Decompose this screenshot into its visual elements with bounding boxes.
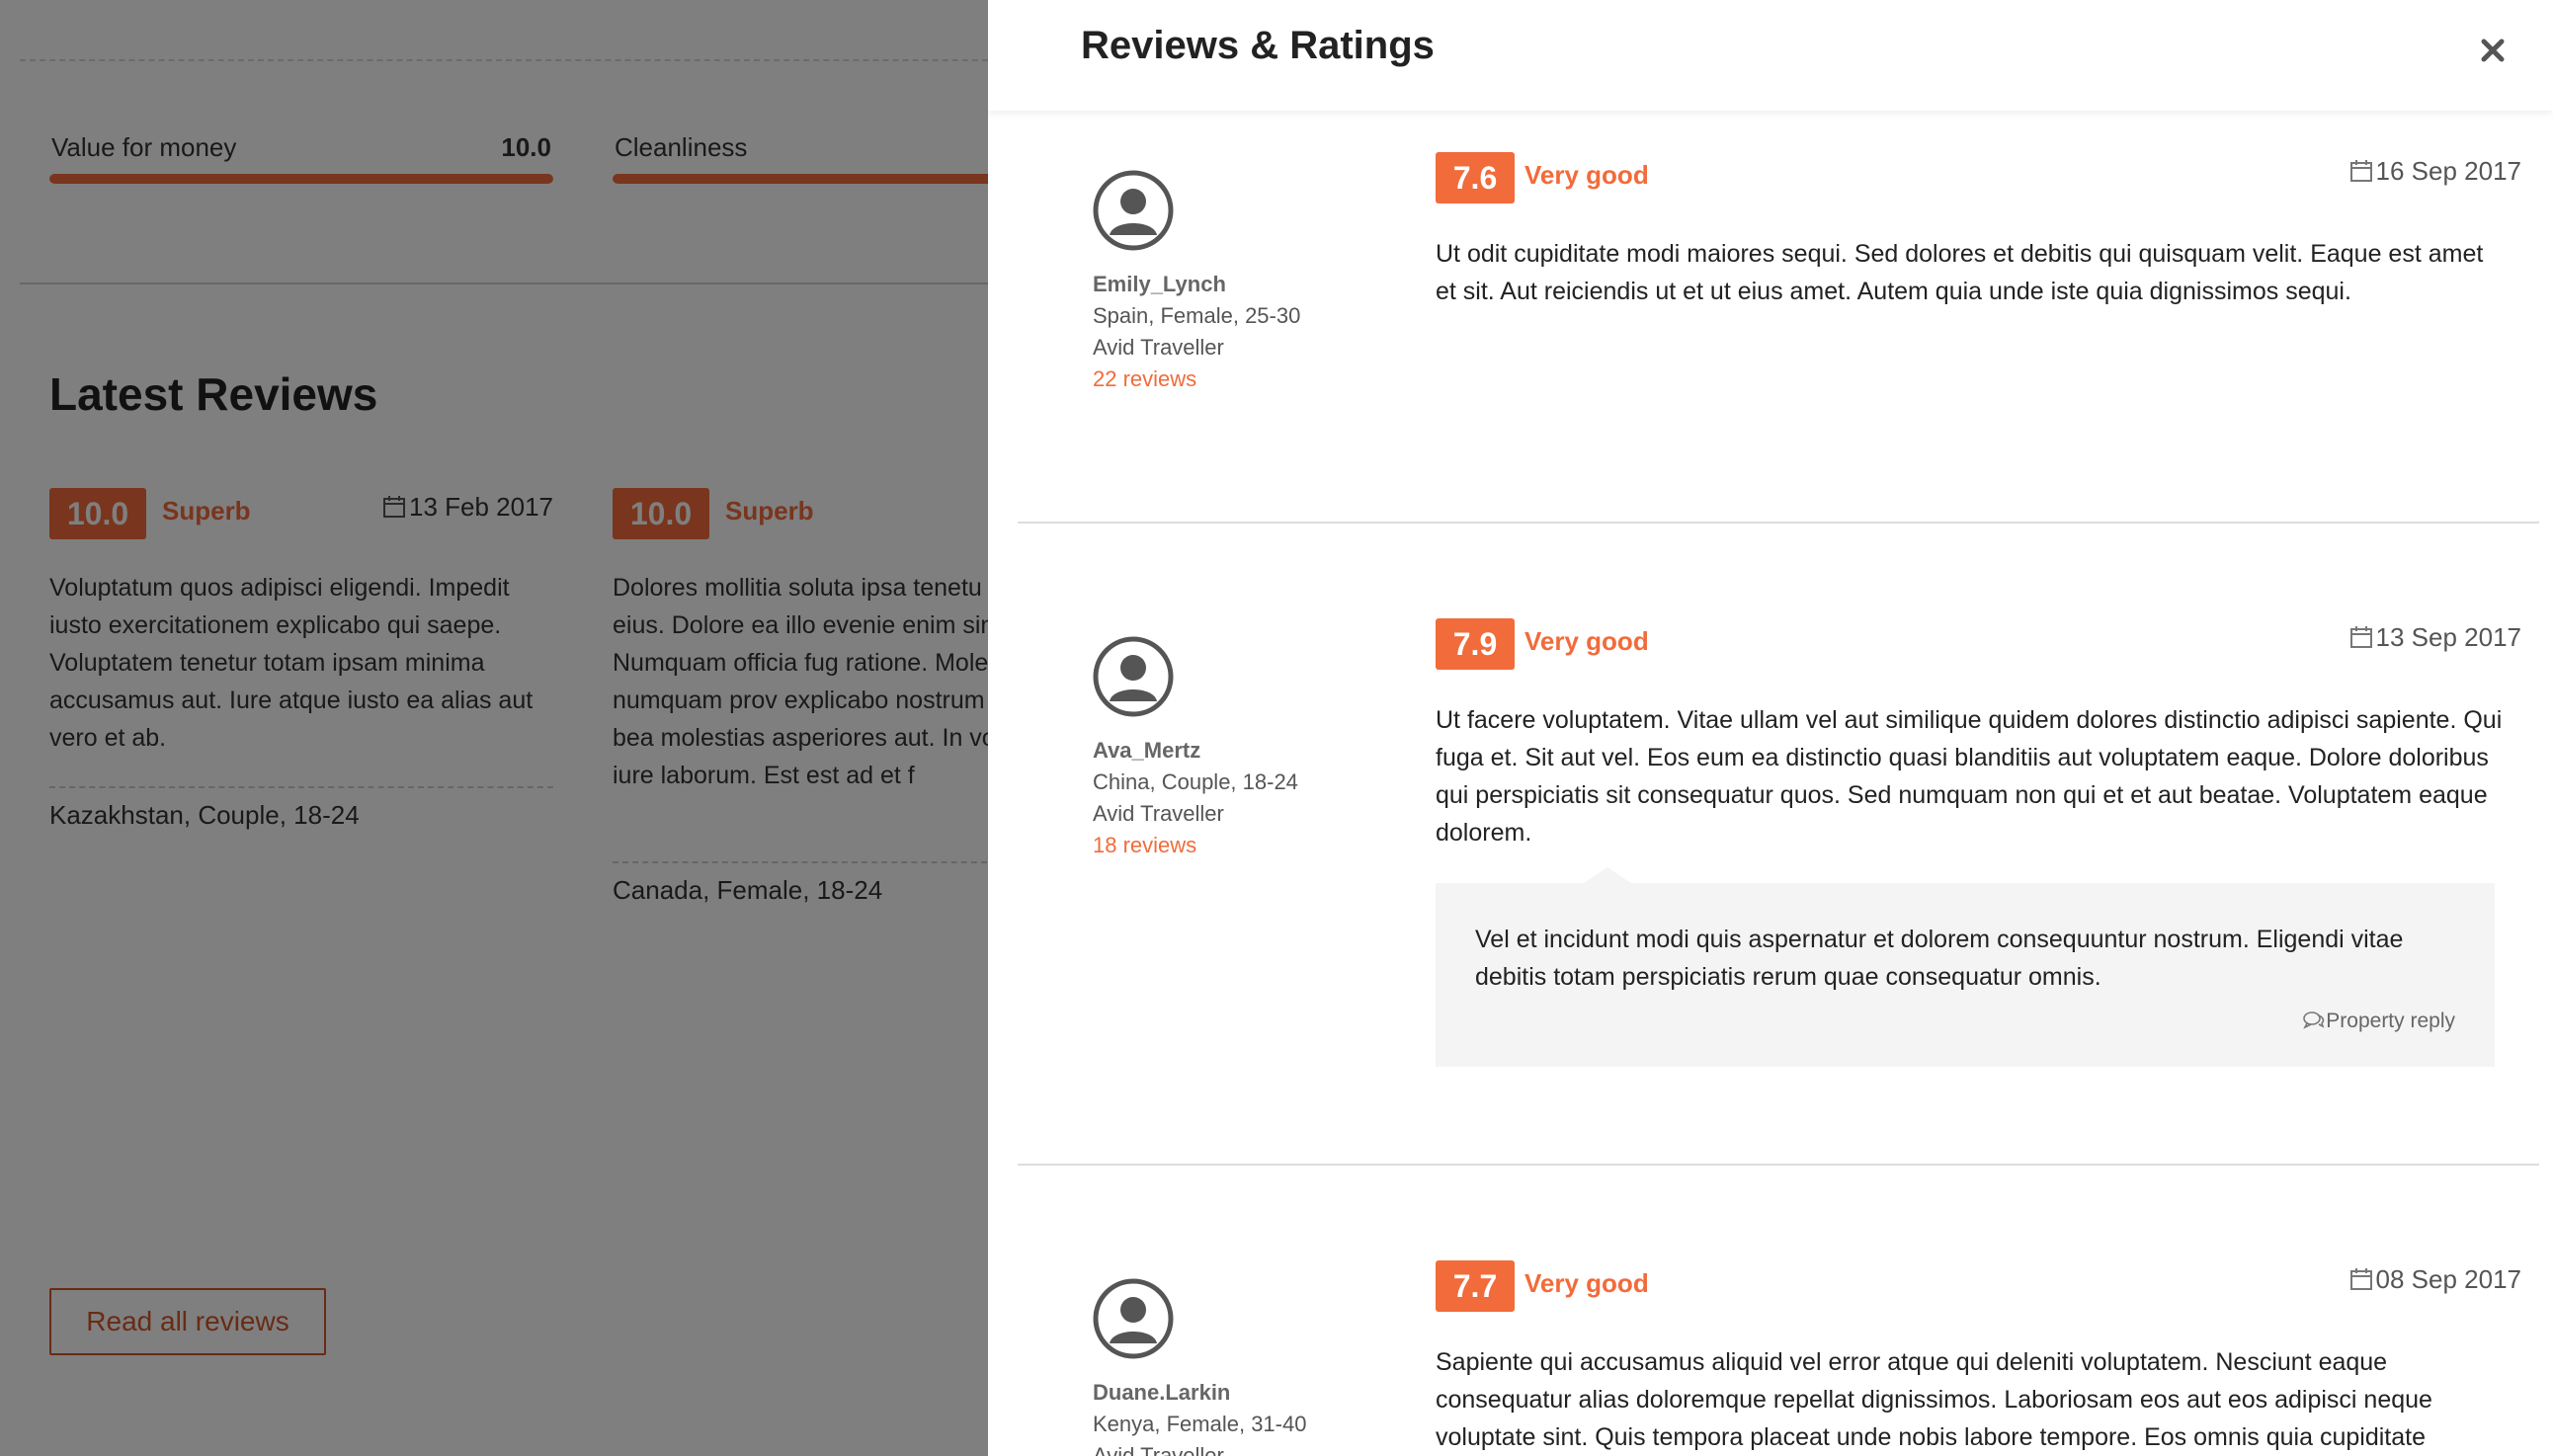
property-reply: Vel et incidunt modi quis aspernatur et … [1436,867,2495,1067]
reviewer-type: Avid Traveller [1093,335,1224,360]
reviewer-name: Duane.Larkin [1093,1380,1231,1405]
score-badge: 7.6 [1436,152,1515,203]
review-date-text: 13 Sep 2017 [2375,622,2521,652]
reviewer-origin: Kenya, Female, 31-40 [1093,1412,1307,1436]
panel-header: Reviews & Ratings [988,0,2553,111]
reply-label: Property reply [2302,1010,2455,1033]
review-item: Emily_Lynch Spain, Female, 25-30 Avid Tr… [1018,111,2539,524]
avatar-icon [1093,170,1174,251]
reply-text: Vel et incidunt modi quis aspernatur et … [1475,926,2404,991]
reply-arrow [1584,867,1631,883]
review-text: Ut odit cupiditate modi maiores sequi. S… [1436,240,2484,305]
review-date-text: 16 Sep 2017 [2375,156,2521,186]
reviewer-origin: China, Couple, 18-24 [1093,769,1298,794]
reviewer-info: Ava_Mertz China, Couple, 18-24 Avid Trav… [1093,735,1350,861]
score-word: Very good [1524,626,1649,656]
reviewer-origin: Spain, Female, 25-30 [1093,303,1301,328]
reviewer-info: Emily_Lynch Spain, Female, 25-30 Avid Tr… [1093,269,1350,395]
reviewer-review-count-link[interactable]: 18 reviews [1093,830,1350,861]
review-date: 08 Sep 2017 [2349,1264,2521,1295]
close-icon[interactable] [2478,36,2508,65]
review-item: Duane.Larkin Kenya, Female, 31-40 Avid T… [1018,1166,2539,1456]
reviewer-name: Ava_Mertz [1093,738,1201,763]
calendar-icon [2349,160,2372,182]
reply-label-text: Property reply [2326,1010,2455,1032]
reviewer-info: Duane.Larkin Kenya, Female, 31-40 Avid T… [1093,1377,1350,1456]
reviewer-type: Avid Traveller [1093,1443,1224,1456]
avatar-icon [1093,636,1174,717]
review-text: Ut facere voluptatem. Vitae ullam vel au… [1436,706,2503,847]
score-word: Very good [1524,160,1649,190]
panel-title: Reviews & Ratings [1081,24,1435,67]
calendar-icon [2349,626,2372,648]
review-item: Ava_Mertz China, Couple, 18-24 Avid Trav… [1018,524,2539,1166]
score-badge: 7.9 [1436,618,1515,670]
modal-backdrop[interactable] [0,0,988,1456]
review-date: 16 Sep 2017 [2349,156,2521,187]
comments-icon [2303,1011,2325,1029]
score-badge: 7.7 [1436,1260,1515,1312]
reviewer-type: Avid Traveller [1093,801,1224,826]
reviewer-name: Emily_Lynch [1093,272,1226,296]
score-word: Very good [1524,1268,1649,1298]
reviews-panel: Reviews & Ratings Emily_Lynch Spain, Fem… [988,0,2553,1456]
reviewer-review-count-link[interactable]: 22 reviews [1093,364,1350,395]
review-date-text: 08 Sep 2017 [2375,1264,2521,1294]
avatar-icon [1093,1278,1174,1359]
calendar-icon [2349,1268,2372,1290]
review-text: Sapiente qui accusamus aliquid vel error… [1436,1348,2432,1451]
review-date: 13 Sep 2017 [2349,622,2521,653]
